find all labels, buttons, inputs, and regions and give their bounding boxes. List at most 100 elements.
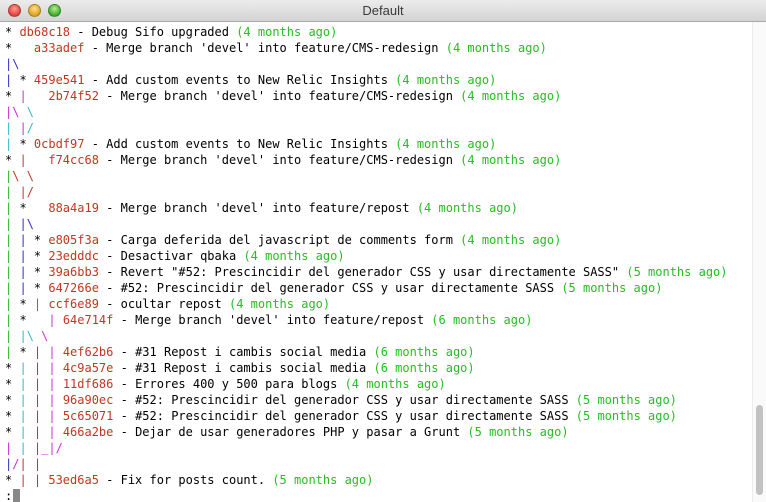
graph-segment: | [19, 185, 27, 199]
graph-segment: \ [41, 329, 49, 343]
commit-graph: | |\ \ [5, 329, 48, 343]
commit-hash: 5c65071 [62, 409, 114, 423]
commit-date: (5 months ago) [626, 265, 728, 279]
text-cursor [13, 489, 21, 502]
graph-segment: * [19, 297, 34, 311]
commit-hash: 96a90ec [62, 393, 114, 407]
graph-segment: | [5, 201, 20, 215]
commit-date: (6 months ago) [431, 313, 533, 327]
graph-segment: | [5, 329, 20, 343]
graph-segment: | [19, 217, 27, 231]
commit-graph: | |\ [5, 217, 34, 231]
commit-message: - Errores 400 y 500 para blogs [113, 377, 345, 391]
commit-date: (5 months ago) [272, 473, 374, 487]
pager-prompt-line[interactable]: : [5, 488, 752, 502]
graph-segment: | [48, 361, 63, 375]
commit-graph: * | | | [5, 393, 63, 407]
commit-message: - Merge branch 'devel' into feature/repo… [113, 313, 432, 327]
git-log-line: * a33adef - Merge branch 'devel' into fe… [5, 40, 752, 56]
commit-message: - #52: Prescincidir del generador CSS y … [98, 281, 562, 295]
graph-segment: | [33, 425, 49, 439]
git-log-line: | |\ [5, 216, 752, 232]
graph-segment: | [33, 473, 49, 487]
graph-segment: | [33, 393, 49, 407]
graph-segment: * [5, 409, 20, 423]
commit-message: - Add custom events to New Relic Insight… [84, 73, 396, 87]
commit-date: (4 months ago) [344, 377, 446, 391]
commit-date: (4 months ago) [460, 233, 562, 247]
commit-message: - Revert "#52: Prescincidir del generado… [98, 265, 627, 279]
graph-segment: | [33, 297, 49, 311]
commit-hash: 459e541 [33, 73, 85, 87]
commit-graph: * | [5, 153, 48, 167]
vertical-scrollbar[interactable] [752, 22, 766, 502]
commit-message: - ocultar repost [98, 297, 229, 311]
graph-segment: * [5, 89, 20, 103]
graph-segment: * [5, 25, 20, 39]
window-title: Default [362, 3, 404, 18]
commit-date: (4 months ago) [395, 73, 497, 87]
graph-segment: \ [12, 57, 20, 71]
graph-segment: | [5, 281, 20, 295]
graph-segment: | [5, 265, 20, 279]
commit-message: - #31 Repost i cambis social media [113, 361, 374, 375]
commit-date: (4 months ago) [416, 201, 518, 215]
git-log-line: | * | | 4ef62b6 - #31 Repost i cambis so… [5, 344, 752, 360]
commit-message: - #52: Prescincidir del generador CSS y … [113, 393, 576, 407]
commit-graph: * [5, 41, 34, 55]
graph-segment: / [26, 121, 34, 135]
git-log-line: * db68c18 - Debug Sifo upgraded (4 month… [5, 24, 752, 40]
commit-graph: * | | | [5, 361, 63, 375]
graph-segment: / [55, 441, 63, 455]
git-log-line: | | * 647266e - #52: Prescincidir del ge… [5, 280, 752, 296]
title-bar: Default [0, 0, 766, 22]
commit-date: (6 months ago) [373, 345, 475, 359]
commit-message: - Debug Sifo upgraded [70, 25, 237, 39]
git-log-line: | * | ccf6e89 - ocultar repost (4 months… [5, 296, 752, 312]
git-log-line: * | | 53ed6a5 - Fix for posts count. (5 … [5, 472, 752, 488]
graph-segment: | [19, 457, 34, 471]
graph-segment: * [5, 153, 20, 167]
commit-hash: 466a2be [62, 425, 114, 439]
commit-date: (4 months ago) [460, 89, 562, 103]
commit-graph: * | | [5, 473, 48, 487]
commit-graph: | | * [5, 249, 48, 263]
graph-segment: | [33, 377, 49, 391]
graph-segment: | [19, 473, 34, 487]
git-log-line: | | * 23edddc - Desactivar qbaka (4 mont… [5, 248, 752, 264]
commit-graph: | * | | [5, 345, 63, 359]
commit-date: (6 months ago) [373, 361, 475, 375]
git-log-line: * | | | 11df686 - Errores 400 y 500 para… [5, 376, 752, 392]
commit-graph: | * [5, 201, 48, 215]
git-log-line: |\ \ [5, 104, 752, 120]
graph-segment: | [48, 377, 63, 391]
graph-segment: | [5, 313, 20, 327]
graph-segment: * [33, 249, 49, 263]
git-log-line: * | | | 96a90ec - #52: Prescincidir del … [5, 392, 752, 408]
commit-message: - #52: Prescincidir del generador CSS y … [113, 409, 576, 423]
commit-graph: * | | | [5, 377, 63, 391]
commit-hash: 2b74f52 [48, 89, 99, 103]
git-log-line: | * 459e541 - Add custom events to New R… [5, 72, 752, 88]
git-log-line: | * | 64e714f - Merge branch 'devel' int… [5, 312, 752, 328]
graph-segment: | [19, 409, 34, 423]
graph-segment: | [33, 409, 49, 423]
commit-graph: | * | [5, 313, 63, 327]
graph-segment: | [19, 153, 49, 167]
commit-date: (5 months ago) [575, 393, 677, 407]
graph-segment: * [5, 473, 20, 487]
commit-message: - Merge branch 'devel' into feature/CMS-… [98, 153, 461, 167]
commit-hash: 39a6bb3 [48, 265, 99, 279]
commit-graph: |/| | [5, 457, 41, 471]
git-log-line: * | f74cc68 - Merge branch 'devel' into … [5, 152, 752, 168]
commit-date: (5 months ago) [467, 425, 569, 439]
graph-segment: * [19, 313, 49, 327]
commit-message: - Merge branch 'devel' into feature/CMS-… [84, 41, 446, 55]
scrollbar-thumb[interactable] [756, 405, 763, 495]
graph-segment: \ [26, 329, 42, 343]
commit-message: - Carga deferida del javascript de comme… [98, 233, 461, 247]
commit-graph: * | | | [5, 425, 63, 439]
git-log-line: |/| | [5, 456, 752, 472]
graph-segment: | [48, 441, 56, 455]
terminal-output[interactable]: * db68c18 - Debug Sifo upgraded (4 month… [0, 22, 752, 502]
